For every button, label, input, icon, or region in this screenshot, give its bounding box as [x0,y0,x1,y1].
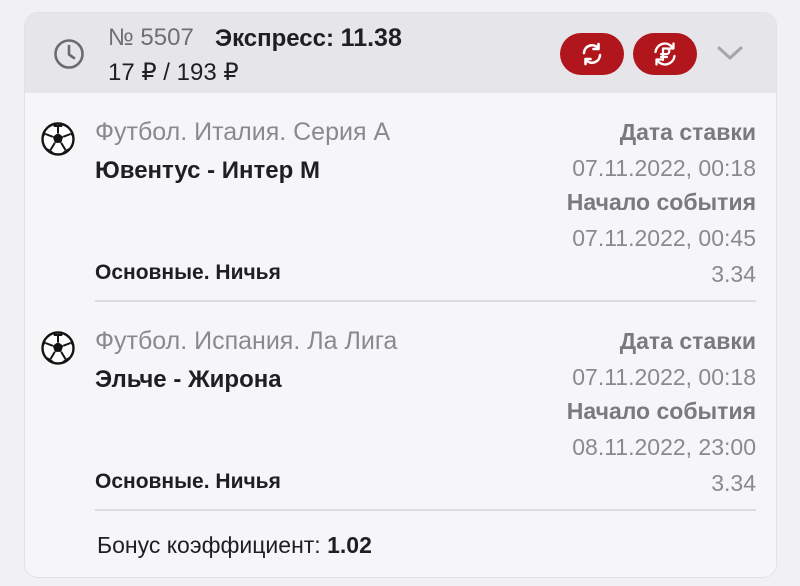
event-start: 07.11.2022, 00:45 [572,225,756,251]
bonus-value: 1.02 [327,532,372,558]
clock-icon [54,39,84,69]
cashout-button[interactable] [633,33,697,75]
bet-date-label: Дата ставки [619,328,756,354]
soccer-ball-icon [41,122,75,156]
event-item: Футбол. Испания. Ла Лига Эльче - Жирона … [25,310,776,510]
bonus-label: Бонус коэффициент: [97,532,321,558]
event-market: Основные. Ничья [95,470,281,493]
divider [95,509,756,511]
bet-coefficient: 11.38 [340,24,402,52]
repeat-bet-button[interactable] [560,33,624,75]
event-match[interactable]: Эльче - Жирона [95,366,282,394]
event-market: Основные. Ничья [95,261,281,284]
bet-date: 07.11.2022, 00:18 [572,155,756,181]
event-start-label: Начало события [566,189,756,215]
event-match[interactable]: Ювентус - Интер М [95,157,320,185]
bet-amounts: 17 ₽ / 193 ₽ [108,59,239,86]
divider [95,300,756,302]
event-league: Футбол. Италия. Серия А [95,118,391,146]
bonus-coefficient: Бонус коэффициент: 1.02 [97,532,372,559]
event-league: Футбол. Испания. Ла Лига [95,327,398,355]
bet-header[interactable]: № 5507 Экспресс: 11.38 17 ₽ / 193 ₽ [25,13,776,93]
bet-type: Экспресс: 11.38 [215,24,402,53]
event-item: Футбол. Италия. Серия А Ювентус - Интер … [25,101,776,301]
event-odds: 3.34 [711,470,756,496]
bet-number: № 5507 [108,24,194,51]
bet-type-label: Экспресс: [215,25,334,52]
bet-card: № 5507 Экспресс: 11.38 17 ₽ / 193 ₽ Футб… [24,12,777,578]
event-start-label: Начало события [566,398,756,424]
event-odds: 3.34 [711,261,756,287]
refresh-icon [582,42,602,66]
chevron-down-icon[interactable] [715,42,745,64]
soccer-ball-icon [41,331,75,365]
ruble-exchange-icon [654,42,676,66]
event-start: 08.11.2022, 23:00 [572,434,756,460]
bet-date: 07.11.2022, 00:18 [572,364,756,390]
bet-date-label: Дата ставки [619,119,756,145]
